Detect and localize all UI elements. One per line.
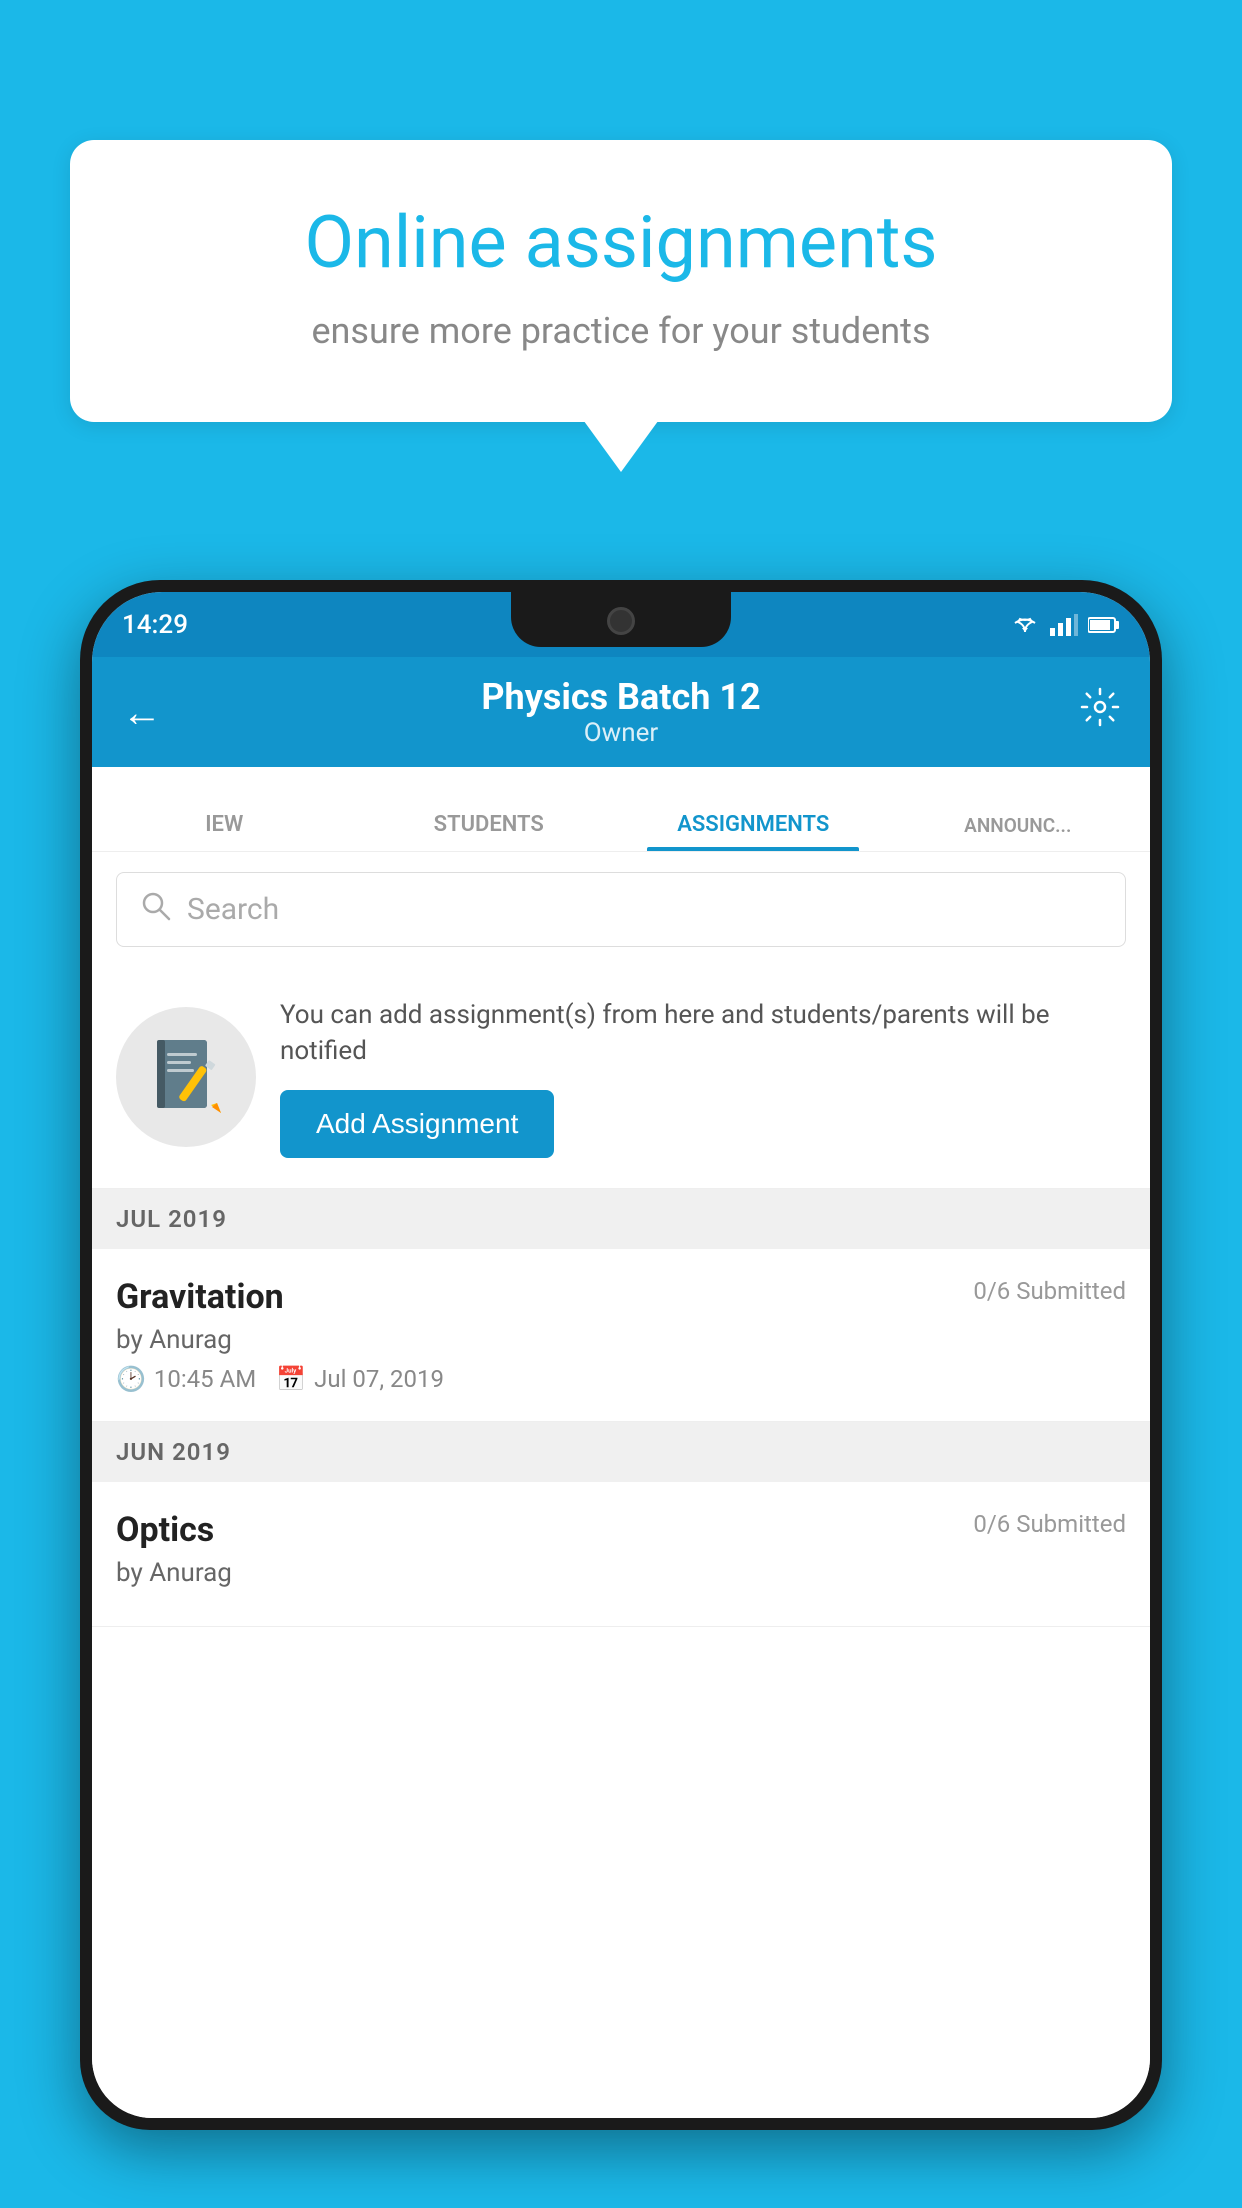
assignment-date: Jul 07, 2019 <box>314 1365 444 1393</box>
phone-inner: 14:29 <box>92 592 1150 2118</box>
calendar-icon: 📅 <box>276 1365 306 1393</box>
settings-icon[interactable] <box>1080 687 1120 737</box>
assignment-row-top: Gravitation 0/6 Submitted <box>116 1277 1126 1317</box>
tab-students[interactable]: STUDENTS <box>357 812 622 851</box>
wifi-icon <box>1010 614 1040 636</box>
phone-camera <box>607 607 635 635</box>
assignment-by-2: by Anurag <box>116 1558 1126 1588</box>
table-row[interactable]: Gravitation 0/6 Submitted by Anurag 🕑 10… <box>92 1249 1150 1422</box>
search-icon <box>141 891 171 929</box>
info-card: You can add assignment(s) from here and … <box>92 967 1150 1189</box>
signal-icon <box>1050 614 1078 636</box>
speech-bubble-subtitle: ensure more practice for your students <box>140 310 1102 352</box>
tab-bar: IEW STUDENTS ASSIGNMENTS ANNOUNC... <box>92 767 1150 852</box>
date-meta: 📅 Jul 07, 2019 <box>276 1365 444 1393</box>
assignment-submitted-2: 0/6 Submitted <box>973 1510 1126 1538</box>
header-center: Physics Batch 12 Owner <box>481 676 760 748</box>
phone-wrapper: 14:29 <box>80 580 1162 2208</box>
info-description: You can add assignment(s) from here and … <box>280 997 1126 1070</box>
status-time: 14:29 <box>122 610 188 640</box>
search-placeholder-text: Search <box>187 892 279 927</box>
assignment-name-2: Optics <box>116 1510 214 1550</box>
status-icons <box>1010 614 1120 636</box>
header-subtitle: Owner <box>481 718 760 748</box>
assignment-icon-circle <box>116 1007 256 1147</box>
section-jul-2019: JUL 2019 <box>92 1189 1150 1249</box>
time-meta: 🕑 10:45 AM <box>116 1365 256 1393</box>
clock-icon: 🕑 <box>116 1365 146 1393</box>
assignment-row-top-2: Optics 0/6 Submitted <box>116 1510 1126 1550</box>
phone-outer: 14:29 <box>80 580 1162 2130</box>
assignment-by: by Anurag <box>116 1325 1126 1355</box>
tab-iew[interactable]: IEW <box>92 812 357 851</box>
tab-announcements[interactable]: ANNOUNC... <box>886 814 1151 851</box>
notebook-icon <box>149 1035 224 1120</box>
speech-bubble-container: Online assignments ensure more practice … <box>70 140 1172 422</box>
assignment-name: Gravitation <box>116 1277 284 1317</box>
assignment-time: 10:45 AM <box>154 1365 256 1393</box>
table-row[interactable]: Optics 0/6 Submitted by Anurag <box>92 1482 1150 1627</box>
back-button[interactable]: ← <box>122 689 162 736</box>
add-assignment-button[interactable]: Add Assignment <box>280 1090 554 1158</box>
assignment-submitted: 0/6 Submitted <box>973 1277 1126 1305</box>
header-title: Physics Batch 12 <box>481 676 760 718</box>
screen-content: Search <box>92 852 1150 2118</box>
section-jun-2019: JUN 2019 <box>92 1422 1150 1482</box>
info-text: You can add assignment(s) from here and … <box>280 997 1126 1158</box>
app-header: ← Physics Batch 12 Owner <box>92 657 1150 767</box>
phone-notch <box>511 592 731 647</box>
assignment-meta: 🕑 10:45 AM 📅 Jul 07, 2019 <box>116 1365 1126 1393</box>
tab-assignments[interactable]: ASSIGNMENTS <box>621 812 886 851</box>
search-bar[interactable]: Search <box>116 872 1126 947</box>
battery-icon <box>1088 616 1120 634</box>
speech-bubble-title: Online assignments <box>140 200 1102 286</box>
speech-bubble: Online assignments ensure more practice … <box>70 140 1172 422</box>
